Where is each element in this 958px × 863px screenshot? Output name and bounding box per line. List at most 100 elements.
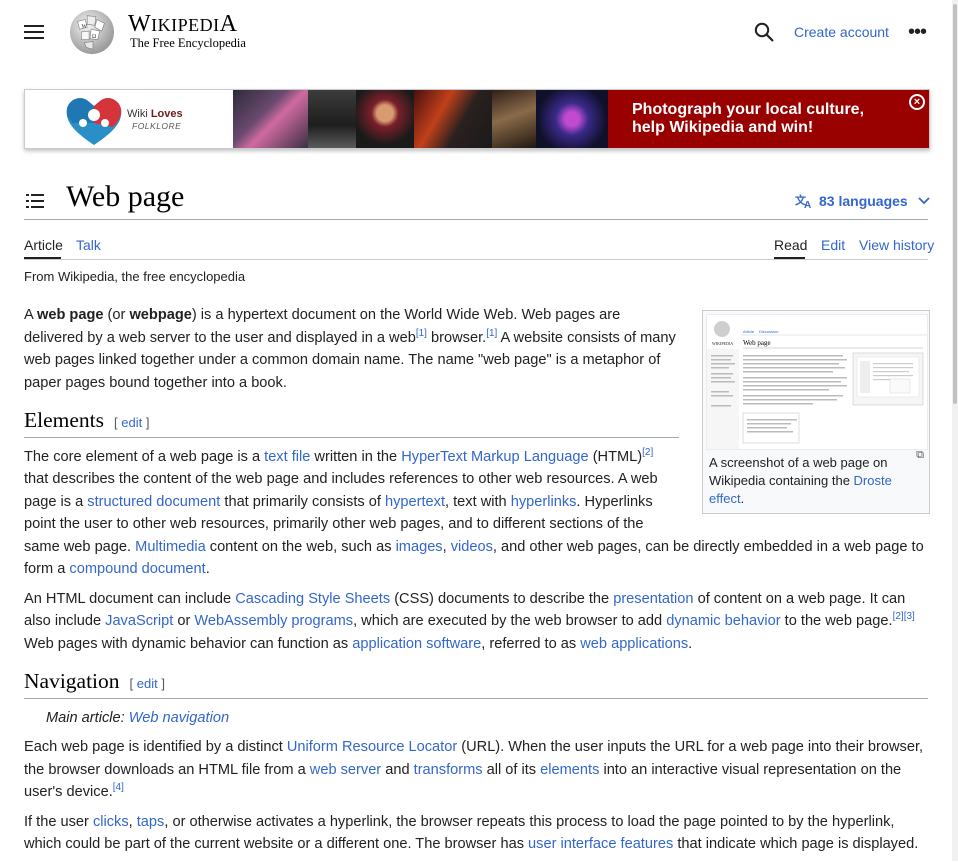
text-file-link[interactable]: text file — [264, 449, 310, 465]
banner-logo-wiki: Wiki — [127, 108, 151, 120]
text: If the user — [24, 813, 93, 830]
enlarge-icon[interactable]: ⧉ — [916, 446, 924, 464]
tab-talk[interactable]: Talk — [76, 237, 101, 253]
banner-logo-folklore: FOLKLORE — [132, 121, 182, 131]
text: , — [128, 813, 137, 830]
create-account-link[interactable]: Create account — [794, 24, 889, 40]
citation-link[interactable]: [1] — [486, 328, 497, 339]
presentation-link[interactable]: presentation — [613, 591, 693, 607]
section-heading-navigation: Navigation [ edit ] — [24, 670, 928, 699]
multimedia-link[interactable]: Multimedia — [135, 539, 206, 555]
wikipedia-wordmark[interactable]: WIKIPEDIA — [128, 11, 238, 38]
text: written in the — [310, 448, 402, 465]
search-icon[interactable] — [754, 22, 774, 42]
javascript-link[interactable]: JavaScript — [105, 613, 173, 629]
citation-link[interactable]: [3] — [904, 611, 915, 622]
section-heading-elements: Elements [ edit ] — [24, 409, 679, 438]
text: , which are executed by the web browser … — [353, 613, 667, 629]
chevron-down-icon — [917, 197, 930, 205]
text: and — [381, 761, 414, 778]
bold-term: web page — [36, 307, 104, 323]
citation-link[interactable]: [1] — [416, 328, 427, 339]
html-link[interactable]: HyperText Markup Language — [401, 449, 588, 465]
banner-photo — [492, 90, 536, 148]
videos-link[interactable]: videos — [451, 539, 493, 555]
transforms-link[interactable]: transforms — [414, 762, 483, 778]
css-link[interactable]: Cascading Style Sheets — [235, 591, 390, 607]
url-link[interactable]: Uniform Resource Locator — [287, 739, 457, 755]
citation-link[interactable]: [4] — [113, 782, 124, 793]
site-subtitle: From Wikipedia, the free encyclopedia — [24, 269, 246, 284]
banner-photo-strip — [233, 90, 608, 148]
hypertext-link[interactable]: hypertext — [385, 494, 445, 510]
wordmark-initial: W — [128, 11, 152, 37]
dynamic-behavior-link[interactable]: dynamic behavior — [666, 613, 780, 629]
web-server-link[interactable]: web server — [310, 762, 381, 778]
elements-link[interactable]: elements — [540, 762, 599, 778]
citation-link[interactable]: [2] — [642, 447, 653, 458]
puzzle-heart-icon — [66, 98, 122, 145]
web-navigation-link[interactable]: Web navigation — [129, 710, 229, 726]
wiki-loves-folklore-banner[interactable]: Wiki Loves FOLKLORE Photograph your loca… — [24, 89, 930, 149]
tab-read[interactable]: Read — [774, 237, 807, 253]
tab-edit[interactable]: Edit — [821, 237, 845, 253]
text: . — [688, 635, 693, 652]
wikipedia-tagline: The Free Encyclopedia — [130, 36, 246, 50]
banner-photo — [414, 90, 492, 148]
text: , text with — [445, 493, 511, 510]
structured-document-link[interactable]: structured document — [87, 494, 220, 510]
table-of-contents-icon[interactable] — [26, 193, 44, 209]
main-menu-button[interactable] — [24, 24, 44, 40]
scrollbar[interactable] — [952, 0, 958, 861]
wikipedia-globe-logo[interactable]: W Ω — [67, 8, 117, 56]
images-link[interactable]: images — [396, 539, 443, 555]
banner-logo: Wiki Loves FOLKLORE — [25, 90, 233, 148]
title-divider — [24, 219, 928, 220]
edit-section-link[interactable]: [ edit ] — [114, 415, 149, 430]
svg-text:Web page: Web page — [743, 339, 771, 347]
text: content on the web, such as — [205, 538, 396, 555]
user-interface-features-link[interactable]: user interface features — [528, 836, 673, 852]
thumbnail-caption: ⧉ A screenshot of a web page on Wikipedi… — [706, 449, 926, 510]
hatnote-label: Main article: — [46, 709, 129, 726]
edit-section-link[interactable]: [ edit ] — [130, 676, 165, 691]
more-options-icon[interactable]: ••• — [908, 22, 927, 42]
clicks-link[interactable]: clicks — [93, 814, 129, 830]
svg-text:A: A — [804, 200, 811, 209]
svg-text:W: W — [81, 24, 87, 30]
mini-webpage-illustration: WIKIPEDIA Article Discussion Web page — [707, 315, 927, 449]
text: . — [205, 561, 210, 577]
banner-call-to-action[interactable]: Photograph your local culture, help Wiki… — [608, 90, 929, 148]
text: Web pages with dynamic behavior can func… — [24, 635, 353, 652]
bold-term: webpage — [129, 307, 192, 323]
tab-article[interactable]: Article — [24, 237, 63, 253]
text: , referred to as — [481, 635, 581, 652]
application-software-link[interactable]: application software — [352, 636, 481, 652]
svg-text:WIKIPEDIA: WIKIPEDIA — [712, 341, 733, 346]
scrollbar-thumb[interactable] — [953, 4, 957, 404]
webassembly-link[interactable]: WebAssembly programs — [194, 613, 353, 629]
thumbnail-image[interactable]: WIKIPEDIA Article Discussion Web page — [706, 314, 928, 450]
web-applications-link[interactable]: web applications — [580, 636, 688, 652]
main-article-hatnote: Main article: Web navigation — [24, 707, 930, 730]
banner-photo — [356, 90, 414, 148]
banner-photo — [233, 90, 308, 148]
banner-close-icon[interactable]: × — [909, 94, 925, 110]
compound-document-link[interactable]: compound document — [69, 561, 205, 577]
translate-icon: 文 A — [795, 193, 811, 211]
text: (CSS) documents to describe the — [390, 590, 614, 607]
hyperlinks-link[interactable]: hyperlinks — [511, 494, 577, 510]
banner-logo-text: Wiki Loves — [127, 108, 183, 120]
taps-link[interactable]: taps — [137, 814, 165, 830]
text: (or — [103, 307, 130, 323]
citation-link[interactable]: [2] — [893, 611, 904, 622]
banner-logo-loves: Loves — [150, 108, 183, 120]
wordmark-final: A — [219, 11, 238, 37]
banner-photo — [536, 90, 608, 148]
heading-text: Elements — [24, 408, 105, 432]
language-selector-button[interactable]: 文 A 83 languages — [795, 193, 930, 211]
tab-view-history[interactable]: View history — [859, 237, 934, 253]
screenshot-thumbnail[interactable]: WIKIPEDIA Article Discussion Web page ⧉ … — [702, 310, 930, 514]
svg-text:Discussion: Discussion — [759, 329, 778, 334]
heading-text: Navigation — [24, 669, 120, 693]
